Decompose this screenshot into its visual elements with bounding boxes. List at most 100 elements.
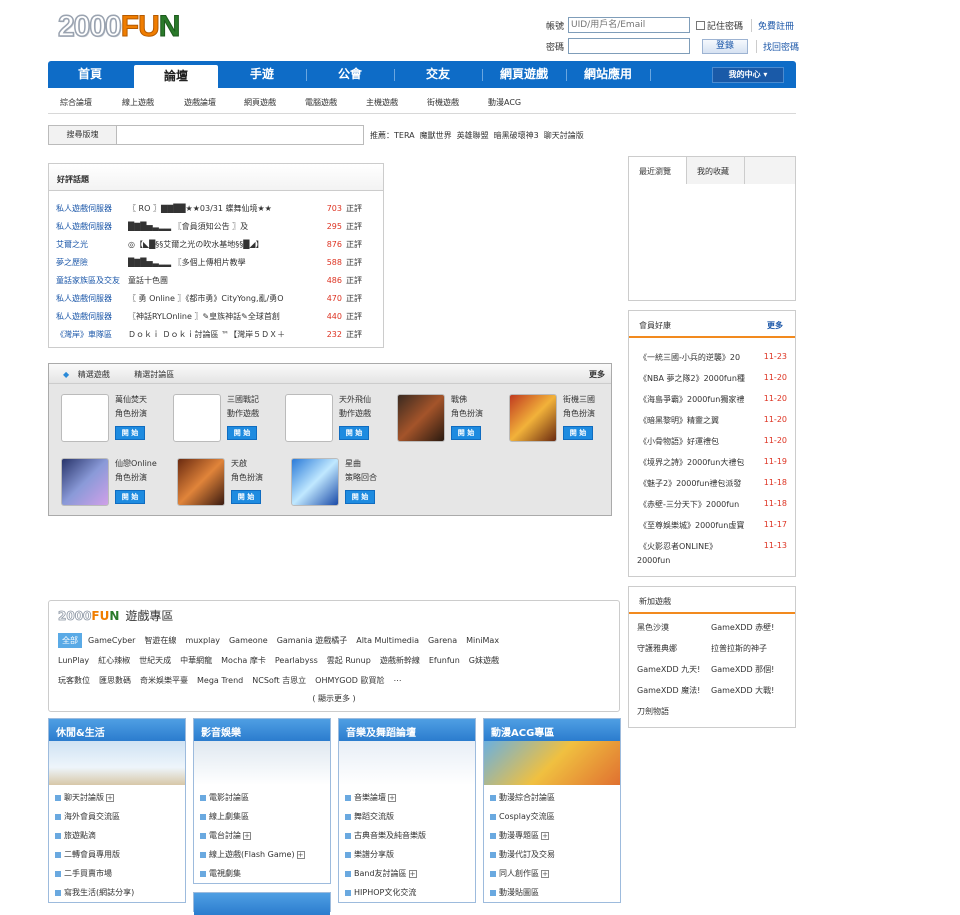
category-forum-item[interactable]: 動漫綜合討論區 — [490, 788, 620, 807]
subnav-pc-games[interactable]: 電腦遊戲 — [305, 97, 337, 108]
game-name[interactable]: 三國戰記 — [227, 394, 259, 405]
perk-title[interactable]: 《小骨物語》好運禮包 — [639, 437, 719, 446]
category-forum-link[interactable]: 線上劇集區 — [209, 812, 249, 821]
hot-topic-row[interactable]: 童話家族區及交友 童話十色團 486 正評 — [56, 271, 370, 289]
category-title[interactable]: 休閒&生活 — [49, 719, 185, 741]
publisher-link[interactable]: 匯思數碼 — [99, 671, 131, 691]
expand-plus-icon[interactable]: + — [541, 832, 549, 840]
publisher-link[interactable]: 中華網龍 — [180, 651, 212, 671]
perk-item[interactable]: 《暗黑黎明》精靈之翼 11-20 — [629, 409, 795, 430]
publisher-link[interactable]: NCSoft 吉恩立 — [252, 671, 306, 691]
game-name[interactable]: 天外飛仙 — [339, 394, 371, 405]
recommend-link[interactable]: 英雄聯盟 — [457, 131, 489, 140]
perk-item[interactable]: 《魅子2》2000fun禮包派發 11-18 — [629, 472, 795, 493]
subnav-game-forums[interactable]: 遊戲論壇 — [184, 97, 216, 108]
game-thumbnail[interactable] — [397, 394, 445, 442]
account-input[interactable] — [568, 17, 690, 33]
game-name[interactable]: 仙戀Online — [115, 458, 157, 469]
my-center-button[interactable]: 我的中心 ▾ — [712, 67, 784, 83]
topic-title-link[interactable]: 〖 RO 〗▇▇██★★03/31 蝶舞仙境★★ — [128, 199, 316, 217]
publisher-link[interactable]: 全部 — [58, 633, 82, 648]
category-forum-item[interactable]: 動漫代訂及交易 — [490, 845, 620, 864]
topic-forum-link[interactable]: 私人遊戲伺服器 — [56, 199, 128, 217]
perk-title[interactable]: 《境界之詩》2000fun大禮包 — [639, 458, 744, 467]
game-name[interactable]: 戰佛 — [451, 394, 467, 405]
publisher-link[interactable]: Efunfun — [429, 651, 460, 671]
publisher-link[interactable]: Mega Trend — [197, 671, 243, 691]
hot-topic-row[interactable]: 私人遊戲伺服器 〖 勇 Online 〗《都市勇》CityYong,亂/勇O 4… — [56, 289, 370, 307]
nav-friends[interactable]: 交友 — [396, 61, 480, 88]
publisher-link[interactable]: Alta Multimedia — [356, 631, 419, 651]
perk-title[interactable]: 《一統三國-小兵的逆襲》20 — [639, 353, 740, 362]
category-forum-item[interactable]: 線上劇集區 — [200, 807, 330, 826]
category-forum-link[interactable]: Band友討論區 — [354, 869, 407, 878]
hot-topic-row[interactable]: 《灣岸》車隊區 Ｄｏｋｉ Ｄｏｋｉ討論區 ™【灣岸５ＤＸ＋ 232 正評 — [56, 325, 370, 343]
publisher-link[interactable]: G妹遊戲 — [469, 651, 499, 671]
password-input[interactable] — [568, 38, 690, 54]
new-game-link[interactable]: GameXDD 九天! — [637, 664, 711, 675]
register-link[interactable]: 免費註冊 — [751, 18, 794, 32]
category-forum-item[interactable]: 動漫專題區 + — [490, 826, 620, 845]
hot-topic-row[interactable]: 夢之歷險 █▇█▅▃▂▂ 〖多個上傳相片教學 588 正評 — [56, 253, 370, 271]
category-title[interactable]: 音樂及舞蹈論壇 — [339, 719, 475, 741]
recommend-link[interactable]: 暗黑破壞神3 — [494, 131, 539, 140]
category-forum-link[interactable]: 樂譜分享版 — [354, 850, 394, 859]
category-forum-item[interactable]: Band友討論區 + — [345, 864, 475, 883]
category-forum-item[interactable]: 旅遊點滴 — [55, 826, 185, 845]
perk-title[interactable]: 《至尊娛樂城》2000fun虛寶 — [639, 521, 744, 530]
hot-topic-row[interactable]: 艾爾之光 ◎【◣█§§艾爾之光の吹水基地§§█◢】 876 正評 — [56, 235, 370, 253]
start-game-button[interactable]: 開 始 — [115, 490, 145, 504]
game-thumbnail[interactable] — [291, 458, 339, 506]
game-thumbnail[interactable] — [61, 458, 109, 506]
remember-checkbox[interactable]: 記住密碼 — [696, 19, 743, 32]
expand-plus-icon[interactable]: + — [106, 794, 114, 802]
category-forum-link[interactable]: 電台討論 — [209, 831, 241, 840]
publisher-link[interactable]: 奇米娛樂平臺 — [140, 671, 188, 691]
new-game-link[interactable]: GameXDD 大戰! — [711, 685, 785, 696]
perk-item[interactable]: 《NBA 夢之隊2》2000fun種 11-20 — [629, 367, 795, 388]
game-thumbnail[interactable] — [173, 394, 221, 442]
category-forum-link[interactable]: 動漫專題區 — [499, 831, 539, 840]
category-forum-item[interactable]: 樂譜分享版 — [345, 845, 475, 864]
category-forum-item[interactable]: 二手買賣市場 — [55, 864, 185, 883]
topic-forum-link[interactable]: 私人遊戲伺服器 — [56, 289, 128, 307]
perk-item[interactable]: 《火影忍者ONLINE》 11-13 — [629, 535, 795, 556]
show-more-link[interactable]: ( 顯示更多 ) — [49, 693, 619, 704]
start-game-button[interactable]: 開 始 — [345, 490, 375, 504]
recommend-link[interactable]: TERA — [394, 131, 415, 140]
new-game-link[interactable]: 守護雅典娜 — [637, 643, 711, 654]
publisher-link[interactable]: Mocha 摩卡 — [221, 651, 266, 671]
perk-item[interactable]: 《小骨物語》好運禮包 11-20 — [629, 430, 795, 451]
publisher-link[interactable]: 雲起 Runup — [327, 651, 371, 671]
category-forum-link[interactable]: 海外會員交流區 — [64, 812, 120, 821]
expand-plus-icon[interactable]: + — [388, 794, 396, 802]
perk-item[interactable]: 《至尊娛樂城》2000fun虛寶 11-17 — [629, 514, 795, 535]
topic-title-link[interactable]: ◎【◣█§§艾爾之光の吹水基地§§█◢】 — [128, 235, 316, 253]
category-forum-item[interactable]: 同人創作區 + — [490, 864, 620, 883]
category-forum-item[interactable]: Cosplay交流區 — [490, 807, 620, 826]
category-forum-link[interactable]: Cosplay交流區 — [499, 812, 555, 821]
publisher-link[interactable]: Gameone — [229, 631, 268, 651]
expand-plus-icon[interactable]: + — [408, 870, 417, 878]
game-thumbnail[interactable] — [285, 394, 333, 442]
nav-site-apps[interactable]: 網站應用 — [568, 61, 648, 88]
publisher-link[interactable]: GameCyber — [88, 631, 135, 651]
new-game-link[interactable]: GameXDD 那個! — [711, 664, 785, 675]
perk-item[interactable]: 《一統三國-小兵的逆襲》20 11-23 — [629, 346, 795, 367]
category-forum-link[interactable]: 音樂論壇 — [354, 793, 386, 802]
hot-topic-row[interactable]: 私人遊戲伺服器 〖 RO 〗▇▇██★★03/31 蝶舞仙境★★ 703 正評 — [56, 199, 370, 217]
new-game-link[interactable]: 黑色沙漠 — [637, 622, 711, 633]
perk-item[interactable]: 《海島爭霸》2000fun獨家禮 11-20 — [629, 388, 795, 409]
category-forum-link[interactable]: 旅遊點滴 — [64, 831, 96, 840]
perk-title[interactable]: 《NBA 夢之隊2》2000fun種 — [639, 374, 745, 383]
new-game-link[interactable]: GameXDD 魔法! — [637, 685, 711, 696]
nav-home[interactable]: 首頁 — [48, 61, 132, 88]
tab-recent-browse[interactable]: 最近瀏覽 — [629, 157, 687, 184]
category-forum-item[interactable]: 動漫貼圖區 — [490, 883, 620, 902]
category-forum-item[interactable]: 聊天討論版 + — [55, 788, 185, 807]
perk-title[interactable]: 《海島爭霸》2000fun獨家禮 — [639, 395, 744, 404]
perk-title-continued[interactable]: 2000fun — [629, 556, 795, 570]
perk-item[interactable]: 《境界之詩》2000fun大禮包 11-19 — [629, 451, 795, 472]
start-game-button[interactable]: 開 始 — [227, 426, 257, 440]
publisher-link[interactable]: MiniMax — [466, 631, 499, 651]
